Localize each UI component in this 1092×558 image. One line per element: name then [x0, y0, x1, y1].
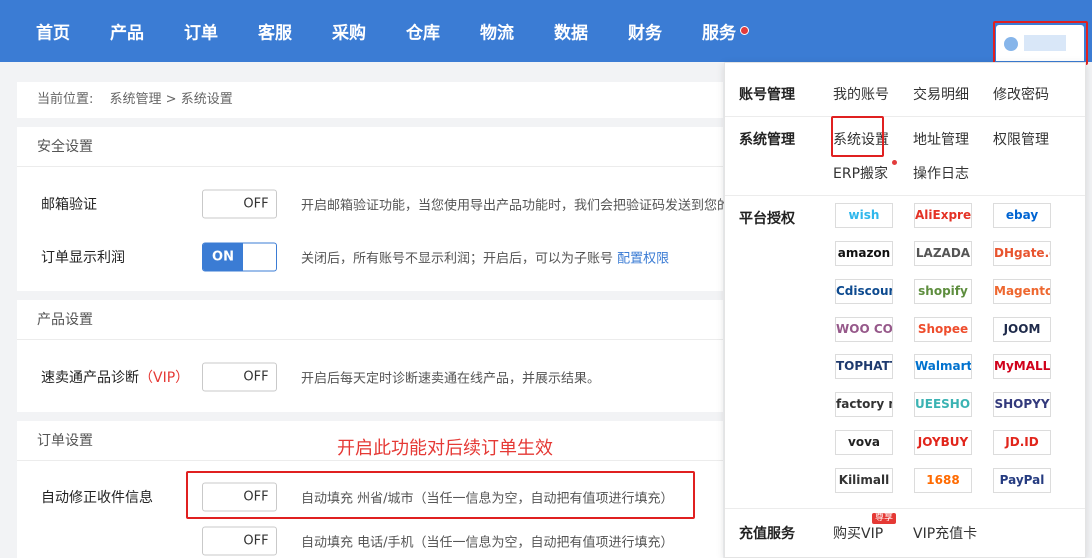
- email-verify-desc: 开启邮箱验证功能，当您使用导出产品功能时，我们会把验证码发送到您的: [301, 198, 731, 214]
- platform-logo-cdiscount[interactable]: Cdiscount: [835, 279, 893, 304]
- nav-logistics[interactable]: 物流: [480, 19, 514, 44]
- auto-fix-phone-desc: 自动填充 电话/手机（当任一信息为空，自动把有值项进行填充）: [301, 535, 674, 551]
- order-profit-row: 订单显示利润 ON 关闭后，所有账号不显示利润；开启后，可以为子账号 配置权限: [17, 231, 723, 283]
- order-profit-desc-text: 关闭后，所有账号不显示利润；开启后，可以为子账号: [301, 251, 614, 267]
- platform-logo-mymall[interactable]: MyMALL: [993, 354, 1051, 379]
- notification-dot: [740, 26, 749, 35]
- nav-purchasing[interactable]: 采购: [332, 19, 366, 44]
- platform-logo-lazada[interactable]: LAZADA: [914, 241, 972, 266]
- system-management-label: 系统管理: [739, 132, 795, 148]
- order-profit-toggle[interactable]: ON: [202, 242, 277, 272]
- platform-logo-walmart[interactable]: Walmart: [914, 354, 972, 379]
- highlight-system-settings-box: [831, 116, 884, 157]
- platform-logo-joybuy[interactable]: JOYBUY: [914, 430, 972, 455]
- platform-logo-wish[interactable]: wish: [835, 203, 893, 228]
- platform-logo-woo-commerce[interactable]: WOO COMMERCE: [835, 317, 893, 342]
- nav-data[interactable]: 数据: [554, 19, 588, 44]
- highlight-user-box: [993, 21, 1088, 65]
- platform-logo-ebay[interactable]: ebay: [993, 203, 1051, 228]
- platform-logo-shopify[interactable]: shopify: [914, 279, 972, 304]
- product-section: 产品设置 速卖通产品诊断（VIP） OFF 开启后每天定时诊断速卖通在线产品，并…: [17, 300, 723, 412]
- section-title-product: 产品设置: [17, 300, 723, 340]
- platform-logo-joom[interactable]: JOOM: [993, 317, 1051, 342]
- platform-logo-jd-id[interactable]: JD.ID: [993, 430, 1051, 455]
- email-verify-toggle[interactable]: OFF: [202, 189, 277, 219]
- product-diagnosis-label: 速卖通产品诊断（VIP）: [41, 367, 189, 387]
- section-title-security: 安全设置: [17, 127, 723, 167]
- platform-logo-aliexpress[interactable]: AliExpress: [914, 203, 972, 228]
- toggle-state: OFF: [243, 369, 269, 385]
- configure-permissions-link[interactable]: 配置权限: [617, 252, 669, 267]
- platform-logo-factory-market[interactable]: factory market: [835, 392, 893, 417]
- breadcrumb: 当前位置: 系统管理 > 系统设置: [17, 82, 723, 118]
- auto-fix-address-label: 自动修正收件信息: [41, 490, 153, 506]
- nav-finance[interactable]: 财务: [628, 19, 662, 44]
- security-section: 安全设置 邮箱验证 OFF 开启邮箱验证功能，当您使用导出产品功能时，我们会把验…: [17, 127, 730, 291]
- divider: [725, 116, 1085, 117]
- address-management-link[interactable]: 地址管理: [913, 129, 969, 149]
- nav-warehouse[interactable]: 仓库: [406, 19, 440, 44]
- email-verify-label: 邮箱验证: [41, 197, 97, 213]
- order-profit-desc: 关闭后，所有账号不显示利润；开启后，可以为子账号 配置权限: [301, 248, 669, 267]
- erp-migration-link[interactable]: ERP搬家: [833, 163, 888, 183]
- auto-fix-phone-toggle[interactable]: OFF: [202, 526, 277, 556]
- product-diagnosis-label-text: 速卖通产品诊断: [41, 370, 139, 386]
- order-profit-label: 订单显示利润: [41, 250, 125, 266]
- platform-logo-shopee[interactable]: Shopee: [914, 317, 972, 342]
- buy-vip-link[interactable]: 购买VIP: [833, 523, 883, 543]
- operation-log-link[interactable]: 操作日志: [913, 163, 969, 183]
- vip-tag: （VIP）: [139, 370, 190, 386]
- recharge-services-label: 充值服务: [739, 526, 795, 542]
- toggle-state: OFF: [243, 196, 269, 212]
- toggle-state: OFF: [243, 533, 269, 549]
- permission-management-link[interactable]: 权限管理: [993, 129, 1049, 149]
- auto-fix-phone-row: OFF 自动填充 电话/手机（当任一信息为空，自动把有值项进行填充）: [17, 515, 723, 558]
- divider: [725, 508, 1085, 509]
- nav-orders[interactable]: 订单: [184, 19, 218, 44]
- change-password-link[interactable]: 修改密码: [993, 84, 1049, 104]
- account-dropdown: 账号管理 我的账号 交易明细 修改密码 系统管理 系统设置 地址管理 权限管理 …: [724, 62, 1086, 558]
- platform-logo-shopyy[interactable]: SHOPYY: [993, 392, 1051, 417]
- annotation-text: 开启此功能对后续订单生效: [337, 438, 553, 459]
- notification-dot: [892, 160, 897, 165]
- vip-card-link[interactable]: VIP充值卡: [913, 523, 977, 543]
- product-diagnosis-toggle[interactable]: OFF: [202, 362, 277, 392]
- platform-logo-1688[interactable]: 1688: [914, 468, 972, 493]
- platform-logo-vova[interactable]: vova: [835, 430, 893, 455]
- breadcrumb-prefix: 当前位置:: [37, 92, 94, 107]
- nav-products[interactable]: 产品: [110, 19, 144, 44]
- toggle-state: ON: [203, 243, 243, 271]
- platform-logo-paypal[interactable]: PayPal: [993, 468, 1051, 493]
- email-verify-row: 邮箱验证 OFF 开启邮箱验证功能，当您使用导出产品功能时，我们会把验证码发送到…: [17, 178, 730, 230]
- platform-logo-magento[interactable]: Magento: [993, 279, 1051, 304]
- my-account-link[interactable]: 我的账号: [833, 84, 889, 104]
- product-diagnosis-row: 速卖通产品诊断（VIP） OFF 开启后每天定时诊断速卖通在线产品，并展示结果。: [17, 351, 723, 403]
- platform-logo-tophatter[interactable]: TOPHATTER: [835, 354, 893, 379]
- nav-services[interactable]: 服务: [702, 19, 736, 44]
- nav-customer-service[interactable]: 客服: [258, 19, 292, 44]
- top-nav: 首页 产品 订单 客服 采购 仓库 物流 数据 财务 服务: [0, 0, 1092, 62]
- account-management-label: 账号管理: [739, 87, 795, 103]
- highlight-auto-fix-box: [186, 471, 695, 519]
- product-diagnosis-desc: 开启后每天定时诊断速卖通在线产品，并展示结果。: [301, 371, 601, 387]
- premium-badge: 尊享: [872, 513, 897, 524]
- transaction-details-link[interactable]: 交易明细: [913, 84, 969, 104]
- nav-home[interactable]: 首页: [36, 19, 70, 44]
- platform-logo-kilimall[interactable]: Kilimall: [835, 468, 893, 493]
- breadcrumb-path: 系统管理 > 系统设置: [109, 92, 233, 107]
- divider: [725, 195, 1085, 196]
- platform-logo-ueeshop[interactable]: UEESHOP: [914, 392, 972, 417]
- platform-auth-label: 平台授权: [739, 211, 795, 227]
- platform-logo-amazon[interactable]: amazon: [835, 241, 893, 266]
- platform-logo-dhgate-com[interactable]: DHgate.com: [993, 241, 1051, 266]
